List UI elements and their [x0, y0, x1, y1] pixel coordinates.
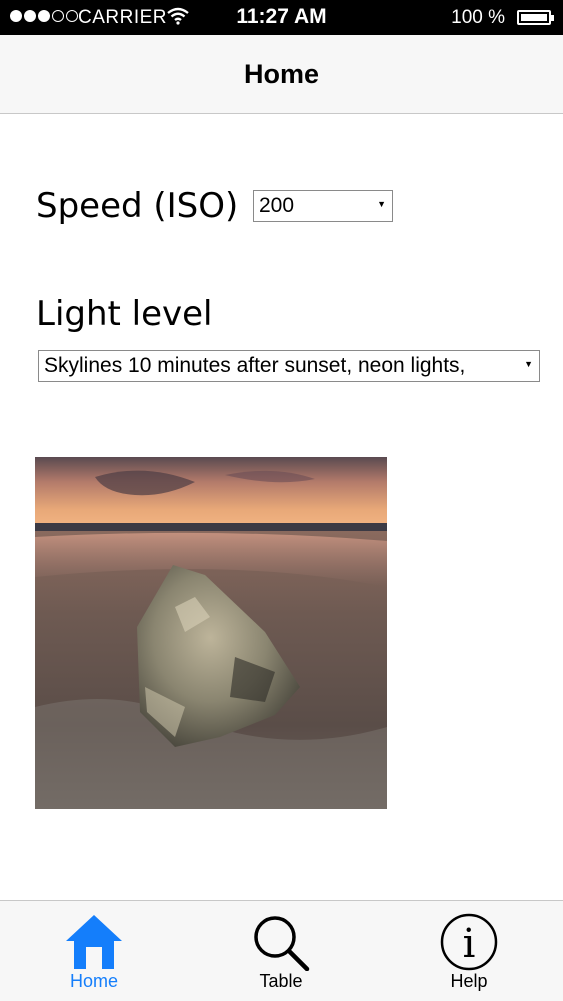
light-level-select[interactable]: Skylines 10 minutes after sunset, neon l…: [38, 350, 540, 382]
tab-help-label: Help: [450, 971, 488, 991]
speed-iso-select[interactable]: 200 ▼: [253, 190, 393, 222]
page-title: Home: [243, 59, 319, 89]
tab-help[interactable]: i Help: [409, 901, 529, 1001]
dropdown-arrow-icon: ▼: [377, 199, 386, 209]
light-level-label: Light level: [36, 294, 213, 334]
battery-icon: [517, 10, 554, 25]
navigation-bar: Home: [0, 35, 563, 114]
tab-home-label: Home: [69, 971, 118, 991]
home-icon: [66, 915, 122, 969]
dropdown-arrow-icon: ▼: [524, 359, 533, 369]
search-icon: [254, 916, 310, 971]
sunset-rock-photo: [35, 457, 387, 809]
tab-home[interactable]: Home: [34, 901, 154, 1001]
battery-percentage: 100 %: [451, 7, 505, 28]
speed-iso-label: Speed (ISO): [36, 186, 239, 226]
speed-iso-value: 200: [259, 194, 295, 217]
light-level-value: Skylines 10 minutes after sunset, neon l…: [44, 354, 466, 377]
tab-table-label: Table: [259, 971, 303, 991]
info-icon: i: [440, 913, 498, 971]
tab-bar: Home Table i Help: [0, 900, 563, 1001]
status-bar: CARRIER 11:27 AM 100 %: [0, 0, 563, 35]
tab-table[interactable]: Table: [221, 901, 341, 1001]
svg-text:i: i: [463, 921, 476, 967]
